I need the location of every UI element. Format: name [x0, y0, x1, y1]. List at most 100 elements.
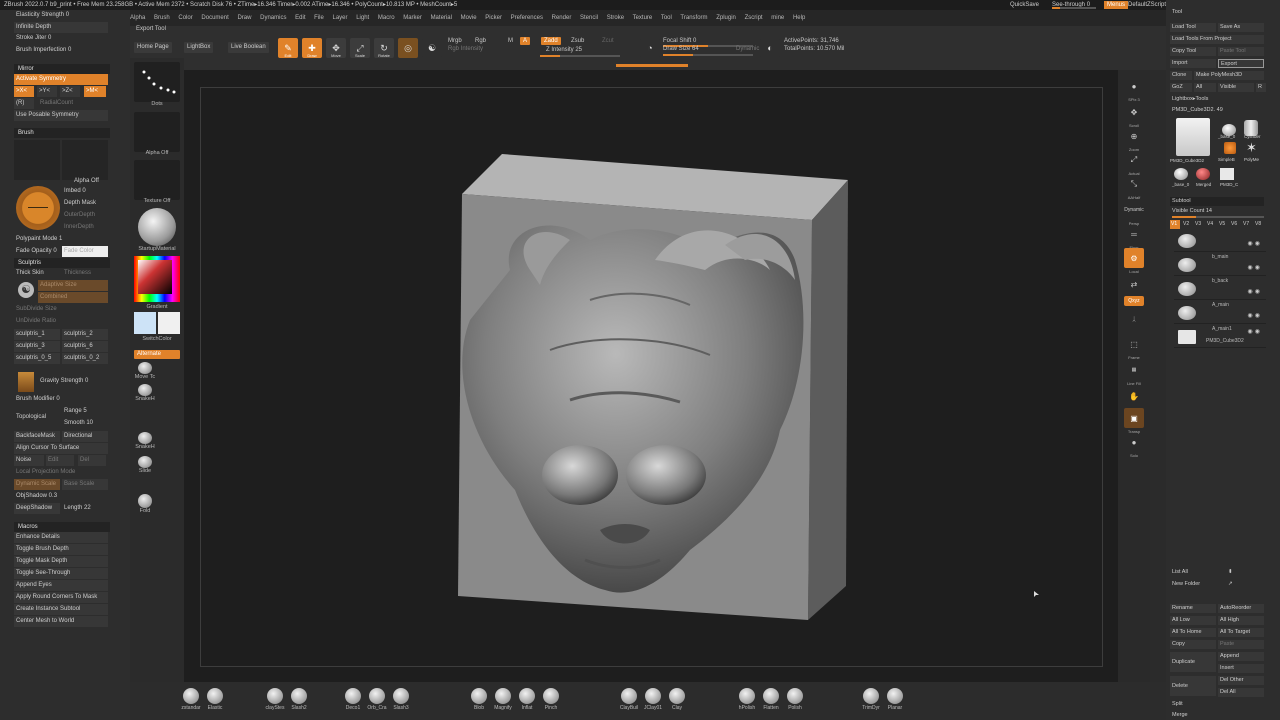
slide-brush-icon[interactable] — [138, 456, 152, 468]
rename-button[interactable]: Rename — [1170, 604, 1216, 613]
version-v7-button[interactable]: V7 — [1242, 220, 1253, 229]
copy-tool-button[interactable]: Copy Tool — [1170, 47, 1216, 56]
brush-zstandard[interactable]: zstandar — [178, 686, 204, 716]
fade-color-swatch[interactable]: Fade Color — [62, 246, 108, 257]
goz-visible-button[interactable]: Visible — [1218, 83, 1254, 92]
radial-r-button[interactable]: (R) — [14, 98, 34, 109]
autoreorder-button[interactable]: AutoReorder — [1218, 604, 1264, 613]
secondary-color-swatch[interactable] — [158, 312, 180, 334]
copy-subtool-button[interactable]: Copy — [1170, 640, 1216, 649]
tool-palette-title[interactable]: Tool — [1170, 8, 1230, 17]
subtool-item[interactable]: ◉◉ — [1174, 230, 1266, 252]
draw-mode-button[interactable]: ✚ Draw — [302, 38, 322, 58]
inner-depth-slider[interactable]: InnerDepth — [62, 222, 108, 233]
tool-thumb-base-sphere[interactable] — [1174, 168, 1188, 180]
transp-button[interactable]: ▣ Transp — [1124, 408, 1144, 434]
menu-movie[interactable]: Movie — [461, 15, 477, 21]
eye-icon[interactable]: ◉◉ — [1248, 240, 1262, 247]
activate-symmetry-button[interactable]: Activate Symmetry — [14, 74, 108, 85]
noise-edit-button[interactable]: Edit — [46, 455, 74, 466]
fade-opacity-slider[interactable]: Fade Opacity 0 — [14, 246, 60, 257]
local-projection-mode-button[interactable]: Local Projection Mode — [14, 467, 108, 478]
sculptris-section-title[interactable]: Sculptris — [14, 258, 110, 268]
zcut-button[interactable]: Zcut — [602, 38, 614, 44]
length-slider[interactable]: Length 22 — [62, 503, 108, 514]
split-section[interactable]: Split — [1170, 700, 1216, 709]
alternate-button[interactable]: Alternate — [134, 350, 180, 359]
subtool-item-selected[interactable]: A_main1 PM3D_Cube3D2 ◉◉ — [1174, 326, 1266, 348]
eye-icon[interactable]: ◉◉ — [1248, 312, 1262, 319]
focal-icon-button[interactable]: ◔ — [640, 38, 660, 58]
focal-shift-slider[interactable]: Focal Shift 0 — [663, 38, 696, 44]
zadd-button[interactable]: Zadd — [541, 37, 561, 45]
a-button[interactable]: A — [520, 37, 531, 45]
make-polymesh3d-button[interactable]: Make PolyMesh3D — [1194, 71, 1264, 80]
brush-slash2[interactable]: Slash2 — [286, 686, 312, 716]
rotate-mode-button[interactable]: ↻ Rotate — [374, 38, 394, 58]
subdivide-size-slider[interactable]: SubDivide Size — [14, 304, 108, 315]
delete-button[interactable]: Delete — [1170, 676, 1216, 696]
import-button[interactable]: Import — [1170, 59, 1216, 68]
paste-subtool-button[interactable]: Paste — [1218, 640, 1264, 649]
snakehook-brush-icon[interactable] — [138, 384, 152, 396]
brush-deco1[interactable]: Deco1 — [340, 686, 366, 716]
save-as-button[interactable]: Save As — [1218, 23, 1264, 32]
topological-button[interactable]: Topological — [14, 412, 60, 423]
sculptris-0-5-button[interactable]: sculptris_0_5 — [14, 353, 60, 364]
floor-button[interactable]: ═Floor — [1124, 224, 1144, 251]
export-button[interactable]: Export — [1218, 59, 1264, 68]
paste-tool-button[interactable]: Paste Tool — [1218, 47, 1264, 56]
edit-mode-button[interactable]: ✎ Edit — [278, 38, 298, 58]
folder-arrow-icon[interactable]: ↗ — [1226, 580, 1236, 589]
radial-count-slider[interactable]: RadialCount — [38, 98, 98, 109]
dynamic-persp-button[interactable]: Dynamic Persp — [1124, 200, 1144, 226]
scroll-button[interactable]: ✥ Scroll — [1124, 102, 1144, 129]
move-topological-brush-icon[interactable] — [138, 362, 152, 374]
alpha-off-thumbnail[interactable] — [134, 112, 180, 152]
use-posable-symmetry-button[interactable]: Use Posable Symmetry — [14, 110, 108, 121]
menu-file[interactable]: File — [314, 15, 324, 21]
infinite-depth-button[interactable]: Infinite Depth — [14, 22, 108, 33]
goz-r-button[interactable]: R — [1256, 83, 1266, 92]
polypaint-mode-slider[interactable]: Polypaint Mode 1 — [14, 234, 108, 245]
version-v6-button[interactable]: V6 — [1230, 220, 1241, 229]
version-v5-button[interactable]: V5 — [1218, 220, 1229, 229]
bpr-render-button[interactable]: ● SPix 3 — [1124, 76, 1144, 103]
menu-marker[interactable]: Marker — [403, 15, 422, 21]
draw-size-track[interactable] — [663, 54, 753, 56]
objshadow-slider[interactable]: ObjShadow 0.3 — [14, 491, 108, 502]
brush-planar[interactable]: Planar — [882, 686, 908, 716]
list-all-button[interactable]: List All — [1170, 568, 1216, 577]
gravity-strength-slider[interactable]: Gravity Strength 0 — [38, 376, 108, 387]
sculptris-0-2-button[interactable]: sculptris_0_2 — [62, 353, 108, 364]
zoom-button[interactable]: ⊕ Zoom — [1124, 126, 1144, 153]
adaptive-size-slider[interactable]: Adaptive Size — [38, 280, 108, 291]
current-tool-thumbnail[interactable] — [1176, 118, 1210, 156]
lsym-button[interactable]: ⇄L.Sym — [1124, 274, 1144, 301]
mirror-section-title[interactable]: Mirror — [14, 64, 110, 74]
qxyz-button[interactable]: Qxyz — [1124, 296, 1144, 306]
menu-color[interactable]: Color — [178, 15, 192, 21]
menu-zscript[interactable]: Zscript — [745, 15, 763, 21]
symmetry-z-button[interactable]: >Z< — [60, 86, 80, 97]
thick-skin-button[interactable]: Thick Skin — [14, 268, 60, 279]
menu-render[interactable]: Render — [552, 15, 572, 21]
rgb-intensity-slider[interactable]: Rgb Intensity — [448, 46, 483, 52]
current-tool-name[interactable]: PM3D_Cube3D2. 49 — [1170, 106, 1264, 115]
sculptris-1-button[interactable]: sculptris_1 — [14, 329, 60, 340]
subtool-item[interactable]: b_back ◉◉ — [1174, 278, 1266, 300]
menu-tool[interactable]: Tool — [661, 15, 672, 21]
symmetry-y-button[interactable]: >Y< — [37, 86, 57, 97]
rgb-button[interactable]: Rgb — [475, 38, 486, 44]
brush-section-title[interactable]: Brush — [14, 128, 110, 138]
solo-button[interactable]: ● Solo — [1124, 432, 1144, 459]
outer-depth-slider[interactable]: OuterDepth — [62, 210, 108, 221]
star-icon[interactable]: ✶ — [1246, 141, 1257, 154]
see-through-track[interactable] — [1052, 7, 1096, 9]
sculpt-model[interactable] — [440, 150, 860, 630]
brush-imperfection-slider[interactable]: Brush Imperfection 0 — [14, 45, 108, 56]
goz-all-button[interactable]: All — [1194, 83, 1216, 92]
symmetry-m-button[interactable]: >M< — [84, 86, 106, 97]
frame-button[interactable]: ⬚ Frame — [1124, 334, 1144, 361]
move-mode-button[interactable]: ✥ Move — [326, 38, 346, 58]
